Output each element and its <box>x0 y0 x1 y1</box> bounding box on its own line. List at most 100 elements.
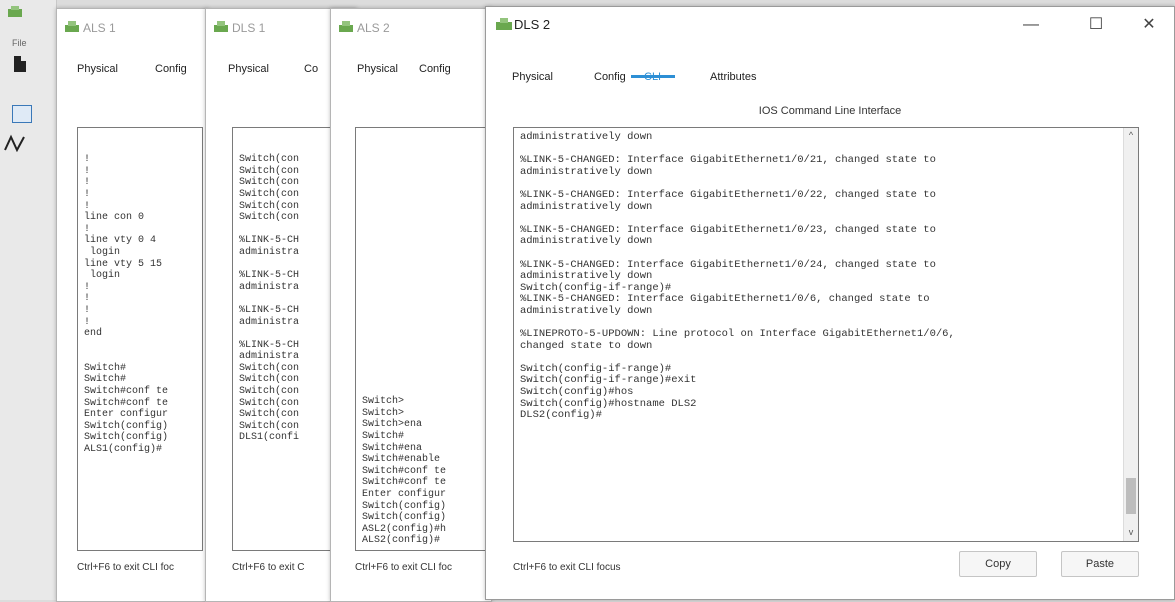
close-button[interactable]: ✕ <box>1134 13 1164 37</box>
tab-config[interactable]: Config <box>594 71 626 83</box>
cli-scrollbar[interactable]: ^ v <box>1123 128 1138 541</box>
dls2-titlebar[interactable]: DLS 2 — ☐ ✕ <box>486 7 1174 43</box>
cli-line: Switch(config) <box>84 432 169 444</box>
cli-line: Switch> <box>362 396 405 408</box>
cli-focus-hint: Ctrl+F6 to exit C <box>232 562 305 573</box>
cli-line <box>520 248 955 260</box>
cli-line: Switch# <box>84 362 127 374</box>
cli-line: line con 0 <box>84 212 145 224</box>
cli-line: ! <box>84 177 91 189</box>
window-title: ALS 2 <box>357 21 390 35</box>
cli-line: Switch> <box>362 407 405 419</box>
cli-line: Enter configur <box>362 489 447 501</box>
dls2-cli-terminal[interactable]: administratively down %LINK-5-CHANGED: In… <box>513 127 1139 542</box>
new-file-icon[interactable] <box>14 56 26 72</box>
tab-config[interactable]: Co <box>304 63 318 75</box>
file-menu[interactable]: File <box>12 38 27 48</box>
cli-line: administratively down <box>520 235 653 248</box>
cli-line: DLS2(config)# <box>520 409 602 422</box>
cli-line: ! <box>84 281 91 293</box>
als1-tabs: Physical Config <box>57 63 207 89</box>
network-devices-icon[interactable] <box>12 105 32 123</box>
main-toolbar-strip: File <box>0 0 57 600</box>
window-title: DLS 2 <box>514 17 551 32</box>
switch-icon <box>496 18 512 30</box>
cli-line: ! <box>84 293 91 305</box>
cli-line: line vty 5 15 <box>84 258 163 270</box>
cli-line: administratively down <box>520 165 653 178</box>
cli-line: Switch#conf te <box>84 397 169 409</box>
cli-focus-hint: Ctrl+F6 to exit CLI foc <box>355 562 452 573</box>
als2-window[interactable]: ALS 2 Physical Config Switch> Switch> Swit… <box>330 8 492 602</box>
cli-line: ! <box>84 304 91 316</box>
switch-icon <box>339 21 353 32</box>
active-tab-indicator <box>631 75 675 78</box>
cli-line: line vty 0 4 <box>84 235 157 247</box>
cli-line: ALS1(config)# <box>84 444 163 456</box>
cli-line: Switch#conf te <box>362 477 447 489</box>
tab-physical[interactable]: Physical <box>228 63 269 75</box>
cli-line: administratively down <box>520 270 653 283</box>
cli-line: Enter configur <box>84 409 169 421</box>
cli-line: administratively down <box>520 304 653 317</box>
cli-line: %LINK-5-CHANGED: Interface GigabitEthern… <box>520 188 936 201</box>
cli-line: ! <box>84 154 91 166</box>
tab-physical[interactable]: Physical <box>512 71 553 83</box>
cli-line: administratively down <box>520 131 653 143</box>
tab-attributes[interactable]: Attributes <box>710 71 756 83</box>
cli-line: Switch#conf te <box>84 386 169 398</box>
cli-line: changed state to down <box>520 339 653 352</box>
cli-line: administratively down <box>520 200 653 213</box>
cli-line: ! <box>84 188 91 200</box>
tab-config[interactable]: Config <box>155 63 187 75</box>
tab-physical[interactable]: Physical <box>77 63 118 75</box>
cli-line: Switch#conf te <box>362 465 447 477</box>
cli-line: Switch#ena <box>362 442 423 454</box>
cli-line: ! <box>84 316 91 328</box>
dls2-tabs: Physical Config CLI Attributes <box>486 61 1174 87</box>
cli-focus-hint: Ctrl+F6 to exit CLI focus <box>513 562 621 573</box>
cli-line <box>520 213 955 225</box>
window-title: DLS 1 <box>232 21 266 35</box>
cli-line: Switch# <box>84 374 127 386</box>
als1-cli-terminal[interactable]: !!!!! line con 0! line vty 0 4 login line v… <box>77 127 203 551</box>
switch-icon <box>214 21 228 32</box>
als2-cli-terminal[interactable]: Switch> Switch> Switch>ena Switch# Switch#en… <box>355 127 491 551</box>
cli-line: login <box>84 270 121 282</box>
cli-line: Switch(config) <box>84 420 169 432</box>
cli-line: login <box>84 246 121 258</box>
cli-line: Switch#enable <box>362 454 441 466</box>
scroll-down-icon[interactable]: v <box>1124 527 1138 539</box>
window-title: ALS 1 <box>83 21 116 35</box>
dls2-window[interactable]: DLS 2 — ☐ ✕ Physical Config CLI Attribut… <box>485 6 1175 600</box>
als1-window[interactable]: ALS 1 Physical Config !!!!! line con 0! li… <box>56 8 208 602</box>
cli-line: end <box>84 328 103 340</box>
tab-config[interactable]: Config <box>419 63 451 75</box>
cli-line: ASL2(config)#h <box>362 523 447 535</box>
cli-line: ! <box>84 165 91 177</box>
als2-tabs: Physical Config <box>331 63 491 89</box>
packet-tracer-icon <box>8 6 22 17</box>
cli-line: Switch# <box>362 431 405 443</box>
scrollbar-thumb[interactable] <box>1126 478 1136 514</box>
cli-line: %LINEPROTO-5-UPDOWN: Line protocol on In… <box>520 328 955 341</box>
connections-icon[interactable] <box>4 134 26 152</box>
scroll-up-icon[interactable]: ^ <box>1124 130 1138 142</box>
cli-header: IOS Command Line Interface <box>758 105 902 117</box>
maximize-button[interactable]: ☐ <box>1081 13 1111 37</box>
paste-button[interactable]: Paste <box>1061 551 1139 577</box>
cli-line <box>84 340 202 352</box>
cli-line: Switch(config) <box>362 512 447 524</box>
als2-titlebar[interactable]: ALS 2 <box>331 9 491 45</box>
tab-physical[interactable]: Physical <box>357 63 398 75</box>
cli-line: Switch(config) <box>362 500 447 512</box>
minimize-button[interactable]: — <box>1016 13 1046 37</box>
cli-line: ! <box>84 200 91 212</box>
cli-line: ALS2(config)# <box>362 535 441 547</box>
cli-line: Switch(config)#hos <box>520 386 634 399</box>
als1-titlebar[interactable]: ALS 1 <box>57 9 207 45</box>
cli-line <box>84 351 202 363</box>
copy-button[interactable]: Copy <box>959 551 1037 577</box>
cli-line: ! <box>84 223 91 235</box>
cli-line: Switch>ena <box>362 419 423 431</box>
